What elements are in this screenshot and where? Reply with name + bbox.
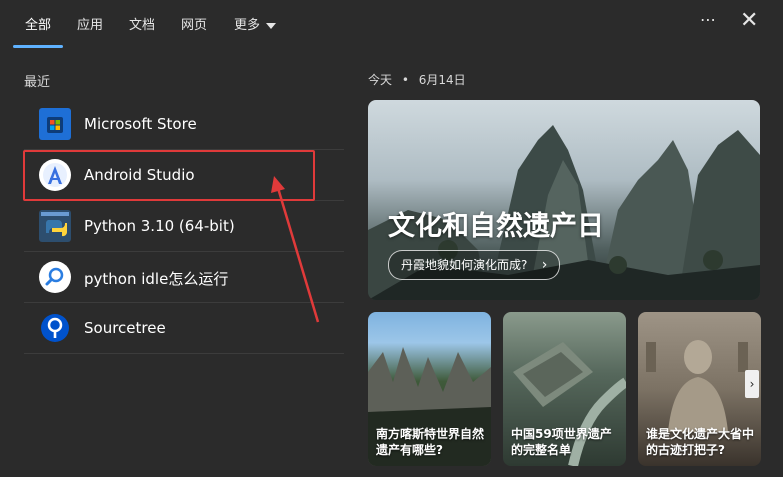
- date-separator: •: [401, 73, 409, 87]
- scroll-right-button[interactable]: ›: [745, 370, 759, 398]
- card-caption: 南方喀斯特世界自然遗产有哪些?: [376, 427, 485, 457]
- hero-link-label: 丹霞地貌如何演化而成?: [401, 258, 528, 272]
- hero-title: 文化和自然遗产日: [388, 211, 604, 242]
- card-caption: 中国59项世界遗产的完整名单: [511, 427, 612, 457]
- article-card-heritage-list[interactable]: 中国59项世界遗产的完整名单: [503, 312, 626, 466]
- today-label: 今天: [368, 73, 393, 87]
- article-card-cultural-province[interactable]: 谁是文化遗产大省中的古迹打把子?: [638, 312, 761, 466]
- date-row: 今天 • 6月14日: [368, 71, 466, 88]
- chevron-right-icon: ›: [541, 257, 548, 273]
- hero-link-button[interactable]: 丹霞地貌如何演化而成? ›: [388, 250, 561, 280]
- card-caption: 谁是文化遗产大省中的古迹打把子?: [646, 427, 755, 457]
- article-card-karst[interactable]: 南方喀斯特世界自然遗产有哪些?: [368, 312, 491, 466]
- hero-card[interactable]: 文化和自然遗产日 丹霞地貌如何演化而成? ›: [368, 100, 760, 300]
- today-date: 6月14日: [418, 73, 466, 87]
